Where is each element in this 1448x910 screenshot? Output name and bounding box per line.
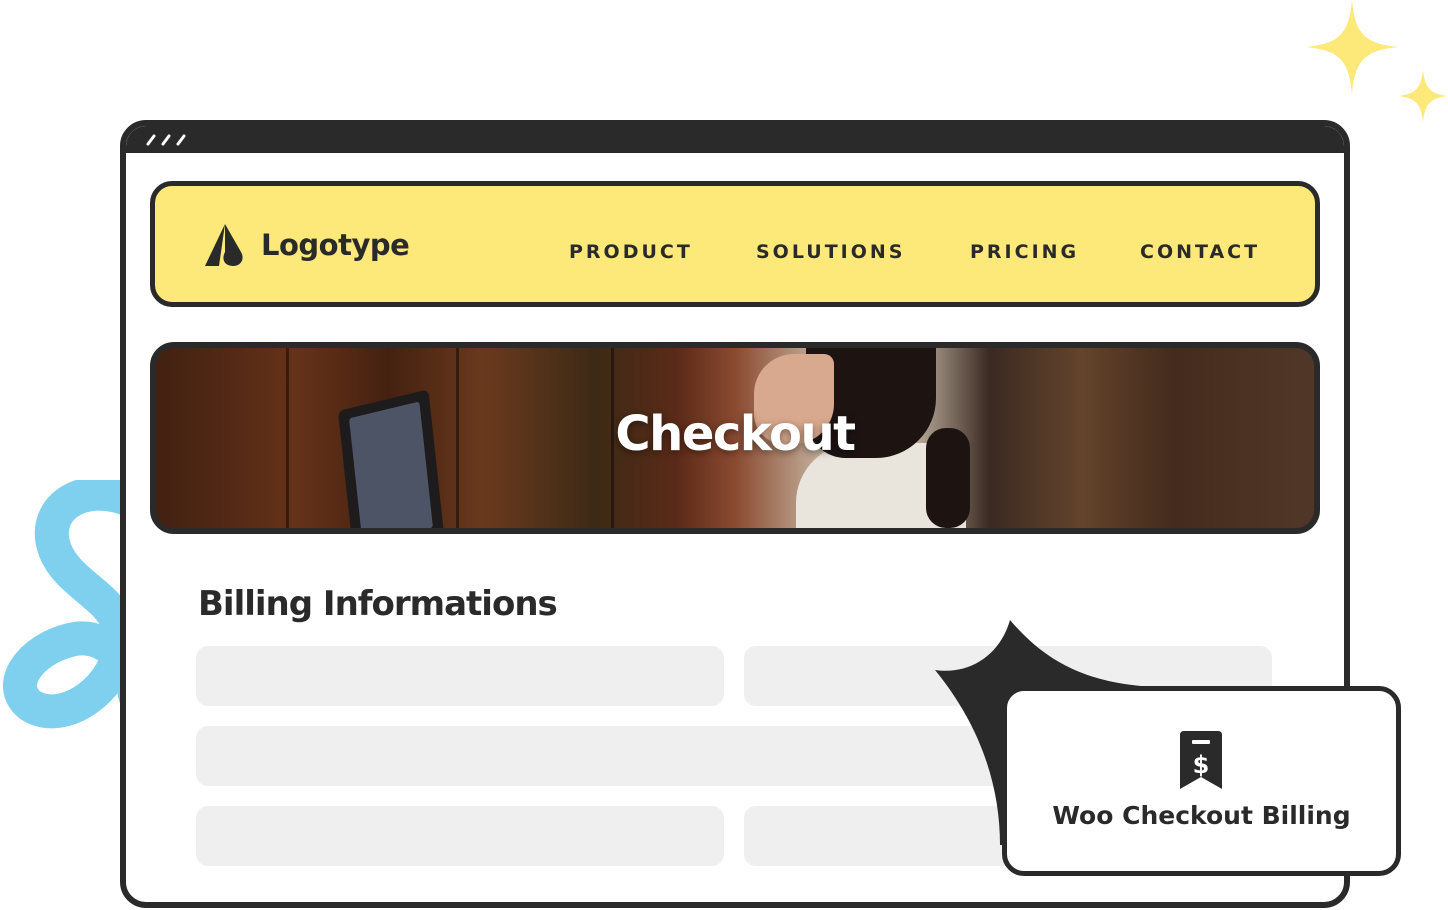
feature-card-label: Woo Checkout Billing	[1052, 801, 1351, 830]
nav-item-contact[interactable]: CONTACT	[1140, 241, 1260, 263]
hero-banner: Checkout	[150, 342, 1320, 534]
feature-card: $ Woo Checkout Billing	[1002, 686, 1401, 876]
window-titlebar	[126, 126, 1344, 153]
hero-title: Checkout	[615, 406, 856, 462]
nav-item-product[interactable]: PRODUCT	[569, 241, 693, 263]
logo-mark-icon	[205, 224, 243, 266]
window-dots-icon	[146, 134, 186, 146]
nav-item-pricing[interactable]: PRICING	[970, 241, 1079, 263]
squiggle-decoration-icon	[3, 480, 135, 729]
sparkle-icon	[1305, 0, 1399, 94]
svg-text:$: $	[1193, 751, 1210, 779]
billing-field-city[interactable]	[196, 806, 724, 866]
billing-heading: Billing Informations	[198, 584, 558, 624]
billing-field-first-name[interactable]	[196, 646, 724, 706]
receipt-dollar-icon: $	[1180, 731, 1222, 789]
nav-item-solutions[interactable]: SOLUTIONS	[756, 241, 905, 263]
site-navbar: Logotype PRODUCT SOLUTIONS PRICING CONTA…	[150, 181, 1320, 307]
site-logo[interactable]: Logotype	[203, 224, 410, 266]
logo-text: Logotype	[261, 228, 410, 262]
sparkle-small-icon	[1398, 70, 1448, 122]
